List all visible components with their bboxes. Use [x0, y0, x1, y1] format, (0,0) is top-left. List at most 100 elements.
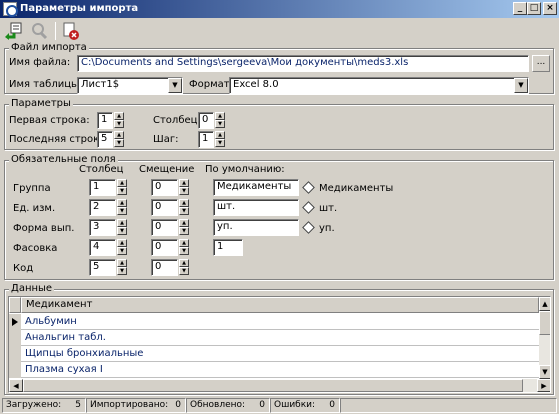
window-title: Параметры импорта — [20, 3, 139, 14]
field-label: Группа — [13, 183, 51, 194]
filename-field[interactable]: C:\Documents and Settings\sergeeva\Мои д… — [77, 55, 529, 72]
browse-button[interactable]: ... — [532, 55, 550, 72]
group-title: Файл импорта — [9, 42, 89, 54]
status-empty — [340, 398, 557, 413]
step-input[interactable]: 1 — [198, 131, 214, 148]
row-indicator-header — [9, 297, 21, 313]
last-row-input[interactable]: 5 — [97, 131, 113, 148]
column-stepper[interactable]: ▲ ▼ — [117, 219, 127, 236]
format-value: Excel 8.0 — [233, 79, 279, 90]
data-group: Данные Медикамент Альбумин Анальгин табл… — [4, 283, 554, 395]
format-select[interactable]: Excel 8.0 — [229, 77, 529, 94]
status-bar: Загружено: 5 Импортировано: 0 Обновлено:… — [0, 398, 559, 414]
status-label: Обновлено: — [190, 400, 246, 410]
group-title: Параметры — [9, 98, 73, 110]
import-icon[interactable] — [4, 21, 24, 41]
offset-input[interactable]: 0 — [151, 239, 178, 256]
step-stepper[interactable]: ▲ ▼ — [215, 131, 225, 148]
offset-stepper[interactable]: ▲ ▼ — [179, 259, 189, 276]
default-hint: уп. — [319, 223, 335, 234]
clear-icon[interactable] — [60, 21, 80, 41]
column-input[interactable]: 5 — [89, 259, 116, 276]
current-row-icon — [12, 318, 18, 326]
default-input[interactable]: Медикаменты — [213, 179, 299, 196]
scroll-up-icon[interactable]: ▲ — [539, 297, 550, 311]
close-button[interactable]: × — [543, 2, 557, 15]
offset-input[interactable]: 0 — [151, 179, 178, 196]
column-stepper[interactable]: ▲ ▼ — [215, 112, 225, 129]
table-row[interactable]: Щипцы бронхиальные — [21, 346, 539, 362]
offset-input[interactable]: 0 — [151, 259, 178, 276]
scroll-thumb-horizontal[interactable] — [23, 379, 523, 392]
title-bar: Параметры импорта _ □ × — [0, 0, 559, 18]
status-value: 0 — [329, 400, 335, 410]
offset-stepper[interactable]: ▲ ▼ — [179, 199, 189, 216]
column-input[interactable]: 4 — [89, 239, 116, 256]
column-input[interactable]: 3 — [89, 219, 116, 236]
status-imported: Импортировано: 0 — [86, 398, 186, 413]
table-row[interactable]: Плазма сухая I — [21, 362, 539, 378]
default-hint: Медикаменты — [319, 183, 394, 194]
pick-diamond-icon[interactable] — [302, 181, 315, 194]
scroll-thumb[interactable] — [539, 311, 550, 335]
status-value: 5 — [75, 400, 81, 410]
grid-header: Медикамент — [9, 297, 539, 313]
offset-stepper[interactable]: ▲ ▼ — [179, 219, 189, 236]
first-row-stepper[interactable]: ▲ ▼ — [114, 112, 124, 129]
minimize-button[interactable]: _ — [513, 2, 527, 15]
status-label: Ошибки: — [274, 400, 316, 410]
table-row[interactable]: Анальгин табл. — [21, 330, 539, 346]
default-input[interactable]: шт. — [213, 199, 299, 216]
status-value: 0 — [175, 400, 181, 410]
search-icon[interactable] — [29, 21, 49, 41]
last-row-stepper[interactable]: ▲ ▼ — [114, 131, 124, 148]
column-header[interactable]: Медикамент — [21, 297, 539, 313]
scroll-right-icon[interactable]: ▶ — [537, 379, 550, 392]
format-label: Формат: — [189, 79, 233, 90]
column-input[interactable]: 2 — [89, 199, 116, 216]
column-header: Столбец — [79, 164, 124, 175]
column-stepper[interactable]: ▲ ▼ — [117, 239, 127, 256]
field-label: Фасовка — [13, 243, 58, 254]
maximize-button[interactable]: □ — [527, 2, 541, 15]
chevron-down-icon[interactable]: ▼ — [168, 78, 182, 93]
column-input[interactable]: 0 — [198, 112, 214, 129]
field-label: Код — [13, 263, 34, 274]
table-label: Имя таблицы: — [9, 79, 83, 90]
table-value: Лист1$ — [81, 79, 120, 90]
data-grid[interactable]: Медикамент Альбумин Анальгин табл. Щипцы… — [8, 296, 551, 393]
pick-diamond-icon[interactable] — [302, 201, 315, 214]
default-input[interactable]: уп. — [213, 219, 299, 236]
column-stepper[interactable]: ▲ ▼ — [117, 179, 127, 196]
default-input[interactable]: 1 — [213, 239, 243, 256]
vertical-scrollbar[interactable]: ▲ ▼ — [539, 297, 550, 379]
column-stepper[interactable]: ▲ ▼ — [117, 259, 127, 276]
file-import-group: Файл импорта Имя файла: C:\Documents and… — [4, 42, 554, 94]
column-stepper[interactable]: ▲ ▼ — [117, 199, 127, 216]
toolbar — [0, 19, 559, 43]
scroll-down-icon[interactable]: ▼ — [539, 365, 550, 379]
chevron-down-icon[interactable]: ▼ — [514, 78, 528, 93]
pick-diamond-icon[interactable] — [302, 221, 315, 234]
offset-stepper[interactable]: ▲ ▼ — [179, 239, 189, 256]
status-errors: Ошибки: 0 — [270, 398, 340, 413]
offset-input[interactable]: 0 — [151, 199, 178, 216]
step-label: Шаг: — [153, 134, 179, 145]
offset-stepper[interactable]: ▲ ▼ — [179, 179, 189, 196]
scroll-left-icon[interactable]: ◀ — [9, 379, 23, 392]
grid-rows: Альбумин Анальгин табл. Щипцы бронхиальн… — [21, 314, 539, 378]
column-label: Столбец: — [153, 115, 201, 126]
horizontal-scrollbar[interactable]: ◀ ▶ — [9, 379, 550, 392]
field-label: Ед. изм. — [13, 203, 56, 214]
first-row-input[interactable]: 1 — [97, 112, 113, 129]
status-label: Импортировано: — [90, 400, 169, 410]
offset-input[interactable]: 0 — [151, 219, 178, 236]
row-indicator-column — [9, 314, 21, 378]
table-row[interactable]: Альбумин — [21, 314, 539, 330]
status-label: Загружено: — [6, 400, 62, 410]
default-header: По умолчанию: — [205, 164, 285, 175]
last-row-label: Последняя строка: — [9, 134, 109, 145]
first-row-label: Первая строка: — [9, 115, 90, 126]
column-input[interactable]: 1 — [89, 179, 116, 196]
params-group: Параметры Первая строка: 1 ▲ ▼ Последняя … — [4, 98, 554, 150]
